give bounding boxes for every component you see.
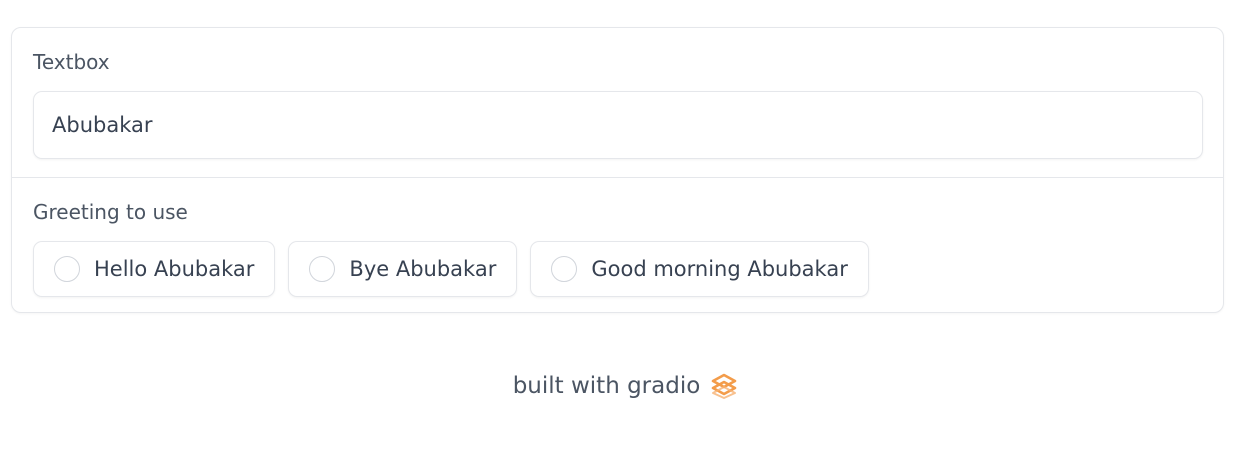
radio-button-icon[interactable]: [551, 256, 578, 282]
radio-button-icon[interactable]: [309, 256, 336, 282]
form-panel: Textbox Greeting to use Hello Abubakar B…: [11, 27, 1224, 313]
textbox-input[interactable]: [33, 91, 1203, 159]
radio-option-label: Good morning Abubakar: [591, 257, 848, 281]
textbox-block: Textbox: [12, 28, 1223, 178]
footer-text[interactable]: built with gradio: [513, 373, 701, 399]
radio-options: Hello Abubakar Bye Abubakar Good morning…: [33, 241, 869, 297]
radio-button-icon[interactable]: [54, 256, 80, 282]
radio-option-bye[interactable]: Bye Abubakar: [288, 241, 518, 297]
radio-group-label: Greeting to use: [33, 200, 188, 224]
radio-option-good-morning[interactable]: Good morning Abubakar: [530, 241, 869, 297]
radio-option-hello[interactable]: Hello Abubakar: [33, 241, 276, 297]
textbox-label: Textbox: [33, 50, 110, 74]
footer: built with gradio: [0, 372, 1251, 400]
radio-option-label: Bye Abubakar: [349, 257, 497, 281]
radio-option-label: Hello Abubakar: [94, 257, 255, 281]
radio-block: Greeting to use Hello Abubakar Bye Abuba…: [12, 178, 1223, 312]
gradio-logo-icon: [710, 372, 738, 400]
